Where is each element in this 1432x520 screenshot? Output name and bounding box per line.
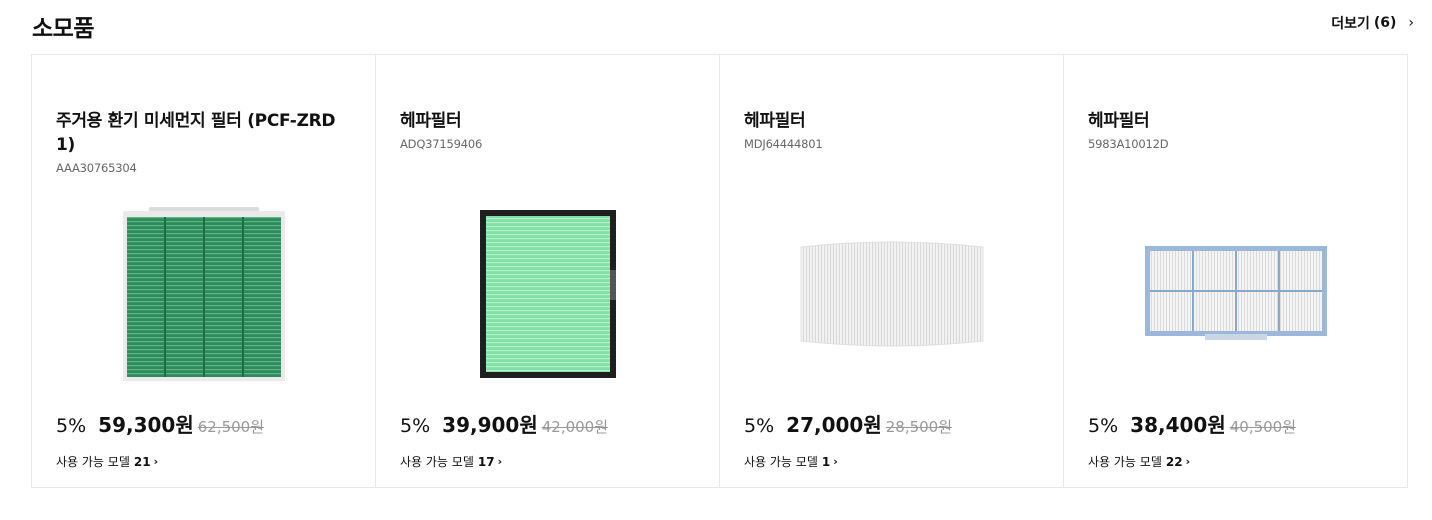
product-image[interactable] <box>32 205 375 383</box>
price-row: 5% 27,000원 28,500원 <box>744 409 952 438</box>
original-price: 28,500원 <box>885 418 953 436</box>
more-label: 더보기 <box>1331 16 1370 32</box>
models-label: 사용 가능 모델 <box>56 455 130 469</box>
product-name[interactable]: 헤파필터 <box>1088 109 1378 133</box>
sale-price: 39,900원 <box>442 413 538 437</box>
discount-rate: 5% <box>400 415 431 437</box>
discount-rate: 5% <box>1088 415 1119 437</box>
models-count: 22 <box>1165 454 1183 469</box>
models-count: 21 <box>133 454 151 469</box>
compatible-models-link[interactable]: 사용 가능 모델 21 › <box>56 453 158 470</box>
chevron-right-icon: › <box>497 455 503 468</box>
sale-price: 27,000원 <box>786 413 882 437</box>
product-name[interactable]: 헤파필터 <box>400 109 690 133</box>
more-count: (6) <box>1373 15 1397 31</box>
chevron-right-icon: › <box>833 455 838 468</box>
chevron-right-icon: › <box>153 455 159 468</box>
sale-price: 38,400원 <box>1130 413 1226 437</box>
product-image[interactable] <box>1064 205 1407 383</box>
discount-rate: 5% <box>56 415 87 437</box>
product-card[interactable]: 헤파필터 5983A10012D 5% 38,400원 40,500원 사용 가… <box>1064 55 1407 487</box>
models-count: 1 <box>821 454 831 469</box>
white-curved-hepa-filter-image <box>800 241 983 347</box>
product-name[interactable]: 주거용 환기 미세먼지 필터 (PCF-ZRD 1) <box>56 109 346 157</box>
product-card[interactable]: 헤파필터 ADQ37159406 5% 39,900원 42,000원 사용 가 <box>376 55 720 487</box>
more-link[interactable]: 더보기 (6) › <box>1331 13 1414 33</box>
compatible-models-link[interactable]: 사용 가능 모델 1 › <box>744 453 838 470</box>
models-label: 사용 가능 모델 <box>1088 455 1162 469</box>
green-hepa-filter-image <box>479 210 616 378</box>
blue-frame-hepa-filter-image <box>1144 246 1327 340</box>
product-image[interactable] <box>720 205 1063 383</box>
compatible-models-link[interactable]: 사용 가능 모델 22 › <box>1088 453 1190 470</box>
sale-price: 59,300원 <box>98 413 194 437</box>
models-count: 17 <box>477 454 495 469</box>
compatible-models-link[interactable]: 사용 가능 모델 17 › <box>400 453 502 470</box>
chevron-right-icon: › <box>1408 15 1414 31</box>
product-image[interactable] <box>376 205 719 383</box>
original-price: 40,500원 <box>1229 418 1297 436</box>
product-sku: MDJ64444801 <box>744 137 823 151</box>
original-price: 62,500원 <box>197 418 265 436</box>
product-grid: 주거용 환기 미세먼지 필터 (PCF-ZRD 1) AAA30765304 5… <box>31 54 1408 488</box>
product-sku: 5983A10012D <box>1088 137 1169 151</box>
price-row: 5% 38,400원 40,500원 <box>1088 409 1296 438</box>
product-card[interactable]: 헤파필터 MDJ64444801 5% 27,000원 28,500원 사용 가… <box>720 55 1064 487</box>
green-ventilation-filter-image <box>122 207 285 381</box>
chevron-right-icon: › <box>1185 455 1191 468</box>
product-card[interactable]: 주거용 환기 미세먼지 필터 (PCF-ZRD 1) AAA30765304 5… <box>32 55 376 487</box>
product-sku: AAA30765304 <box>56 161 137 175</box>
price-row: 5% 59,300원 62,500원 <box>56 409 264 438</box>
product-name[interactable]: 헤파필터 <box>744 109 1034 133</box>
models-label: 사용 가능 모델 <box>400 455 474 469</box>
discount-rate: 5% <box>744 415 775 437</box>
product-sku: ADQ37159406 <box>400 137 483 151</box>
section-title: 소모품 <box>32 16 94 42</box>
price-row: 5% 39,900원 42,000원 <box>400 409 608 438</box>
original-price: 42,000원 <box>541 418 609 436</box>
models-label: 사용 가능 모델 <box>744 455 818 469</box>
